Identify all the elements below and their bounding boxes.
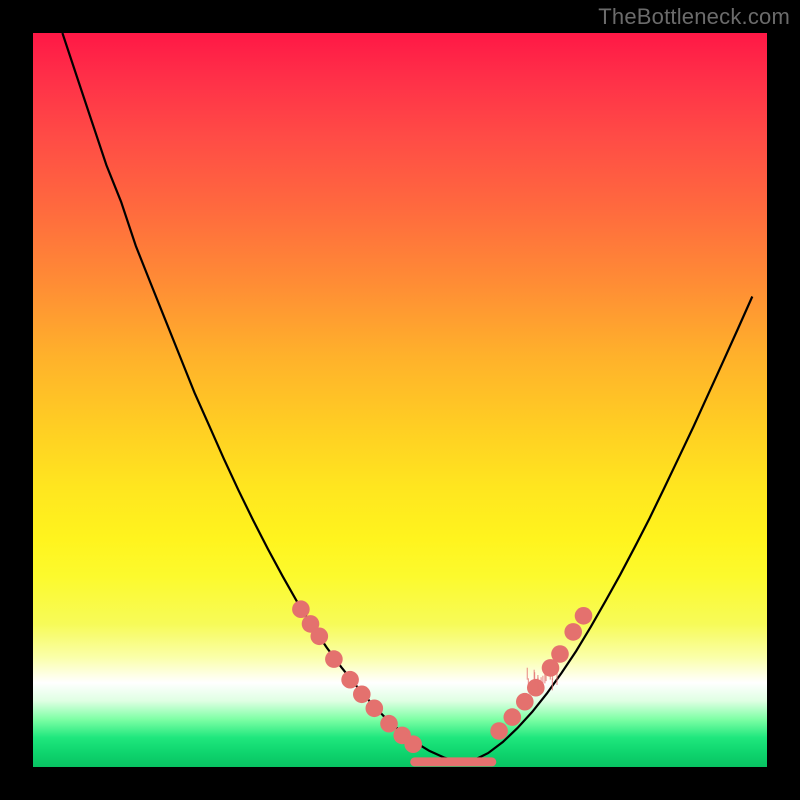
highlight-dot xyxy=(380,715,398,733)
highlight-dot xyxy=(551,645,569,663)
highlight-dots xyxy=(292,600,592,753)
highlight-dot xyxy=(353,686,371,704)
highlight-dot xyxy=(575,607,593,625)
highlight-dot xyxy=(292,600,310,618)
curve-svg xyxy=(33,33,767,767)
highlight-dot xyxy=(490,722,508,740)
chart-frame: TheBottleneck.com xyxy=(0,0,800,800)
highlight-dot xyxy=(311,628,329,646)
watermark-text: TheBottleneck.com xyxy=(598,4,790,30)
highlight-dot xyxy=(366,700,384,718)
highlight-dot xyxy=(325,650,343,668)
highlight-dot xyxy=(341,671,359,689)
highlight-dot xyxy=(404,735,422,753)
highlight-dot xyxy=(564,623,582,641)
plot-area xyxy=(33,33,767,767)
highlight-dot xyxy=(516,693,534,711)
highlight-dot xyxy=(527,679,545,697)
highlight-dot xyxy=(504,708,522,726)
bottleneck-curve xyxy=(62,33,752,762)
